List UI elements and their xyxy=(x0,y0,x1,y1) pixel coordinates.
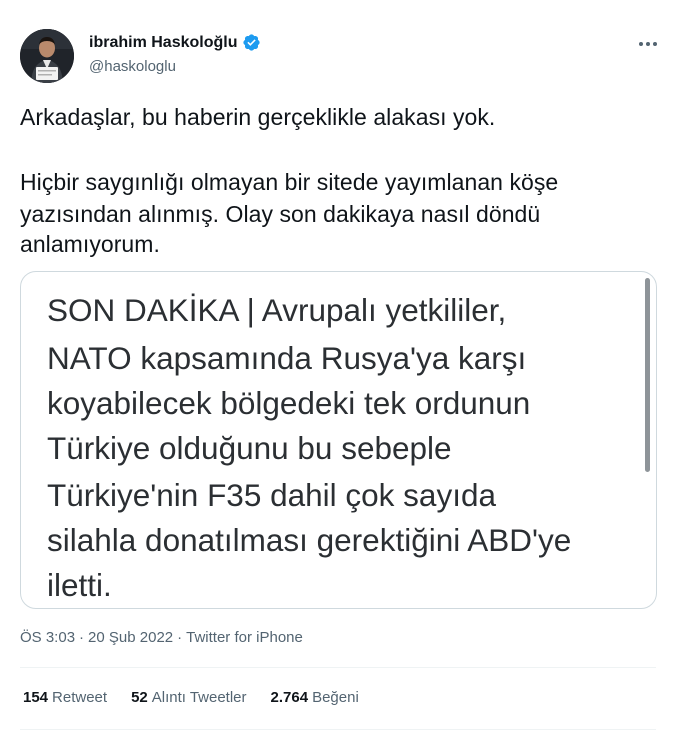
quotes-stat[interactable]: 52 Alıntı Tweetler xyxy=(131,689,246,706)
media-text-line: iletti. xyxy=(47,567,112,603)
tweet-detail: ibrahim Haskoloğlu @haskologlu Arkadaşla… xyxy=(0,0,681,730)
meta-separator: · xyxy=(79,629,85,646)
tweet-text-line: Arkadaşlar, bu haberin gerçeklikle alaka… xyxy=(20,104,496,130)
likes-stat[interactable]: 2.764 Beğeni xyxy=(271,689,359,706)
author-name-row: ibrahim Haskoloğlu xyxy=(89,33,261,52)
tweet-stats: 154 Retweet 52 Alıntı Tweetler 2.764 Beğ… xyxy=(23,689,383,706)
tweet-meta: ÖS 3:03 · 20 Şub 2022 · Twitter for iPho… xyxy=(20,629,303,646)
meta-separator: · xyxy=(177,629,183,646)
tweet-text-line: yazısından alınmış. Olay son dakikaya na… xyxy=(20,201,541,227)
quotes-label: Alıntı Tweetler xyxy=(151,689,247,706)
avatar[interactable] xyxy=(20,29,74,83)
retweets-label: Retweet xyxy=(52,689,108,706)
media-text-line: Türkiye olduğunu bu sebeple xyxy=(47,430,452,466)
media-text-line: silahla donatılması gerektiğini ABD'ye xyxy=(47,522,572,558)
more-dot xyxy=(639,42,643,46)
media-text-line: Türkiye'nin F35 dahil çok sayıda xyxy=(47,477,496,513)
retweets-count: 154 xyxy=(23,689,49,706)
quotes-count: 52 xyxy=(131,689,148,706)
more-dot xyxy=(646,42,650,46)
media-image-card[interactable]: SON DAKİKA | Avrupalı yetkililer, NATO k… xyxy=(20,271,657,609)
media-text-line: SON DAKİKA | Avrupalı yetkililer, xyxy=(47,292,507,328)
verified-badge-icon xyxy=(242,33,261,52)
more-options-icon[interactable] xyxy=(634,32,662,56)
tweet-text-line: Hiçbir saygınlığı olmayan bir sitede yay… xyxy=(20,169,559,195)
media-scrollbar xyxy=(645,278,650,472)
media-text-line: koyabilecek bölgedeki tek ordunun xyxy=(47,385,531,421)
more-dot xyxy=(653,42,657,46)
likes-label: Beğeni xyxy=(312,689,359,706)
likes-count: 2.764 xyxy=(270,689,309,706)
media-text-line: NATO kapsamında Rusya'ya karşı xyxy=(47,340,527,376)
retweets-stat[interactable]: 154 Retweet xyxy=(23,689,107,706)
author-display-name[interactable]: ibrahim Haskoloğlu xyxy=(89,34,237,52)
divider xyxy=(20,667,656,668)
tweet-text-line: anlamıyorum. xyxy=(20,231,160,257)
author-handle[interactable]: @haskologlu xyxy=(89,58,176,75)
tweet-time[interactable]: ÖS 3:03 xyxy=(20,629,75,646)
tweet-date[interactable]: 20 Şub 2022 xyxy=(88,629,173,646)
tweet-source[interactable]: Twitter for iPhone xyxy=(186,629,303,646)
avatar-image xyxy=(20,29,74,83)
